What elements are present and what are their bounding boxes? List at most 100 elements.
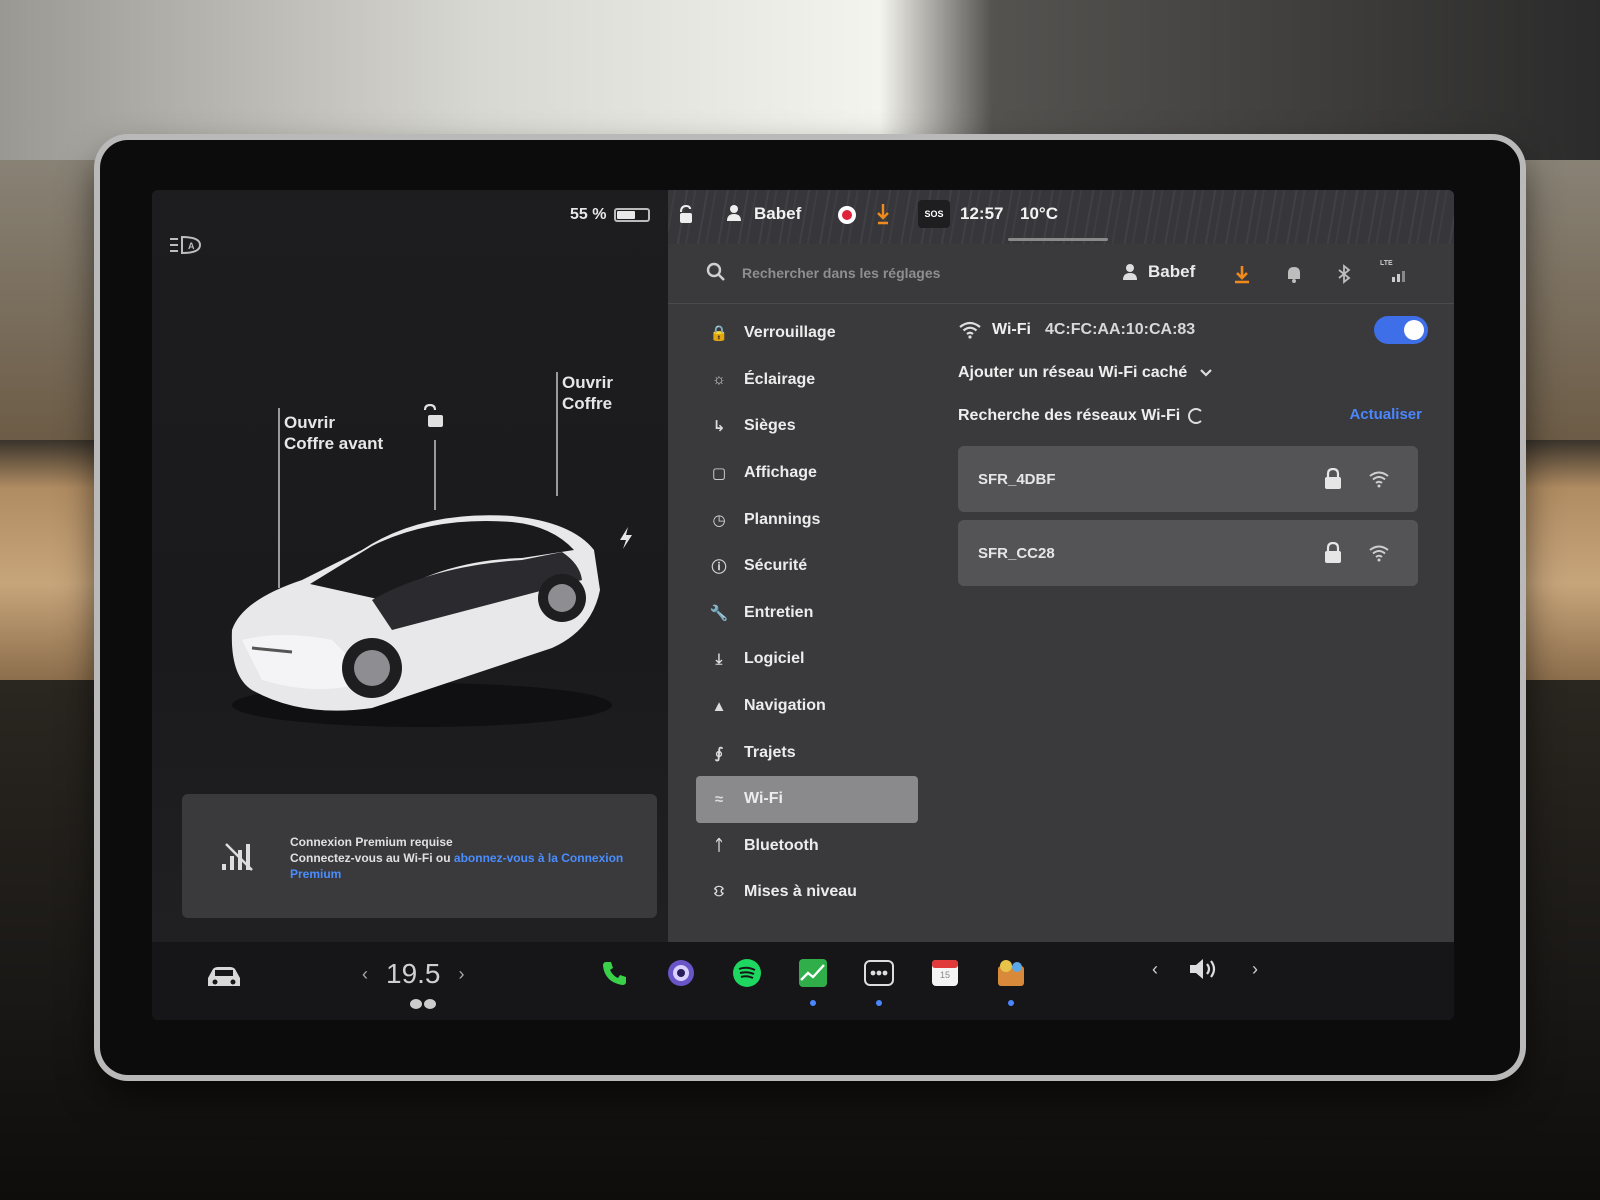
premium-message: Connexion Premium requise Connectez-vous… (290, 834, 640, 882)
car-panel: A 55 % Ouvrir Coffre avant Ouvrir Coffre (152, 190, 682, 942)
download-icon: ⤓ (715, 650, 723, 668)
nav-item-wi-fi[interactable]: ≈ Wi-Fi (696, 775, 918, 823)
more-running-dot (876, 1000, 882, 1006)
lte-signal-icon: LTE (1380, 260, 1410, 284)
nav-item-mises-niveau[interactable]: ⛻ Mises à niveau (696, 869, 918, 916)
background-window (0, 0, 1600, 160)
drag-handle[interactable] (1008, 238, 1108, 241)
settings-search-input[interactable] (742, 260, 1082, 286)
volume-next-button[interactable]: › (1252, 959, 1258, 980)
user-icon (1123, 264, 1137, 280)
status-user-name[interactable]: Babef (754, 204, 801, 224)
nav-item-label: Sièges (744, 417, 796, 435)
camera-app[interactable] (664, 956, 698, 990)
nav-item-navigation[interactable]: ▲ Navigation (696, 683, 918, 730)
temp-increase-button[interactable]: › (459, 964, 465, 985)
download-icon[interactable] (1232, 264, 1252, 284)
front-trunk-label-line2: Coffre avant (284, 434, 384, 453)
wifi-network-item[interactable]: SFR_CC28 (958, 520, 1418, 586)
phone-icon (603, 962, 626, 985)
refresh-button[interactable]: Actualiser (1349, 406, 1422, 423)
car-controls-icon[interactable] (204, 964, 244, 990)
nav-item-label: Bluetooth (744, 836, 819, 854)
settings-header: Babef LTE (668, 244, 1454, 304)
wifi-signal-icon (1369, 545, 1389, 562)
nav-item-verrouillage[interactable]: 🔒 Verrouillage (696, 310, 918, 357)
nav-item-entretien[interactable]: 🔧 Entretien (696, 590, 918, 637)
volume-control: ‹ › (1152, 956, 1258, 982)
nav-item-trajets[interactable]: ∮ Trajets (696, 729, 918, 776)
unlocked-status-icon[interactable] (678, 204, 694, 224)
settings-panel: Babef SOS 12:57 10°C Babef (668, 190, 1454, 942)
temp-decrease-button[interactable]: ‹ (362, 964, 368, 985)
sentry-download-icon (877, 204, 889, 225)
more-apps[interactable] (862, 956, 896, 990)
open-front-trunk-button[interactable]: Ouvrir Coffre avant (284, 412, 383, 454)
hidden-network-label: Ajouter un réseau Wi-Fi caché (958, 364, 1188, 381)
wrench-icon: 🔧 (709, 604, 729, 622)
nav-item-label: Mises à niveau (744, 883, 857, 901)
nav-item-label: Wi-Fi (744, 790, 783, 808)
lte-label: LTE (1380, 260, 1393, 267)
status-temperature: 10°C (1020, 204, 1058, 223)
wifi-signal-icon (1369, 471, 1389, 488)
stocks-icon (799, 959, 827, 987)
nav-item-bluetooth[interactable]: ᛏ Bluetooth (696, 823, 918, 870)
stocks-app[interactable] (796, 956, 830, 990)
header-user[interactable]: Babef (1122, 262, 1195, 282)
nav-item-label: Sécurité (744, 557, 808, 575)
nav-item-si-ges[interactable]: ↳ Sièges (696, 403, 918, 450)
seat-heater-icon[interactable] (408, 998, 438, 1010)
driver-profile-icon[interactable] (726, 204, 742, 222)
car-3d-image (231, 515, 612, 727)
bluetooth-icon[interactable] (1334, 264, 1354, 284)
nav-item-plannings[interactable]: ◷ Plannings (696, 496, 918, 543)
nav-item-affichage[interactable]: ▢ Affichage (696, 450, 918, 497)
nav-item-label: Navigation (744, 697, 826, 715)
bell-icon[interactable] (1284, 264, 1304, 284)
wifi-header: Wi-Fi 4C:FC:AA:10:CA:83 (958, 308, 1428, 352)
nav-item-label: Entretien (744, 603, 814, 621)
volume-prev-button[interactable]: ‹ (1152, 959, 1158, 980)
seat-icon: ↳ (712, 418, 726, 436)
auto-headlight-icon[interactable]: A (168, 234, 202, 256)
status-time: 12:57 (960, 204, 1004, 223)
trunk-label-line2: Coffre (562, 394, 613, 413)
touchscreen: A 55 % Ouvrir Coffre avant Ouvrir Coffre (152, 190, 1454, 1020)
sos-button[interactable]: SOS (918, 200, 950, 228)
network-ssid: SFR_CC28 (978, 544, 1055, 562)
spotify-app[interactable] (730, 956, 764, 990)
premium-connectivity-card: Connexion Premium requise Connectez-vous… (182, 794, 657, 918)
nav-item-label: Logiciel (744, 650, 805, 668)
display-icon: ▢ (711, 465, 727, 483)
chevron-down-icon (1200, 369, 1213, 377)
open-trunk-button[interactable]: Ouvrir Coffre (562, 372, 613, 414)
searching-label: Recherche des réseaux Wi-Fi (958, 407, 1181, 424)
no-signal-icon (222, 843, 253, 871)
wifi-network-item[interactable]: SFR_4DBF (958, 446, 1418, 512)
unlock-icon[interactable] (420, 404, 446, 430)
bag-icon: ⛻ (713, 882, 725, 900)
wifi-content: Wi-Fi 4C:FC:AA:10:CA:83 Ajouter un résea… (958, 308, 1428, 586)
search-icon (706, 262, 725, 281)
header-user-name: Babef (1148, 262, 1196, 281)
cabin-temperature-control: ‹ 19.5 › (362, 958, 465, 990)
toybox-icon (998, 960, 1024, 986)
cabin-temperature[interactable]: 19.5 (386, 958, 441, 990)
dashcam-record-icon[interactable] (838, 206, 856, 224)
front-trunk-label-line1: Ouvrir (284, 413, 336, 432)
calendar-app[interactable]: 15 (928, 956, 962, 990)
add-hidden-network-button[interactable]: Ajouter un réseau Wi-Fi caché (958, 352, 1418, 394)
toybox-app[interactable] (994, 956, 1028, 990)
nav-item-label: Éclairage (744, 370, 816, 388)
nav-item-label: Trajets (744, 743, 796, 761)
toybox-running-dot (1008, 1000, 1014, 1006)
bottom-dock: ‹ 19.5 › 15 ‹ › (152, 942, 1454, 1020)
phone-app[interactable] (598, 956, 632, 990)
nav-item-logiciel[interactable]: ⤓ Logiciel (696, 636, 918, 683)
speaker-icon[interactable] (1188, 956, 1222, 982)
alert-circle-icon: ⓘ (711, 558, 727, 576)
wifi-toggle[interactable] (1374, 316, 1428, 344)
nav-item-s-curit-[interactable]: ⓘ Sécurité (696, 543, 918, 590)
nav-item--clairage[interactable]: ☼ Éclairage (696, 357, 918, 404)
